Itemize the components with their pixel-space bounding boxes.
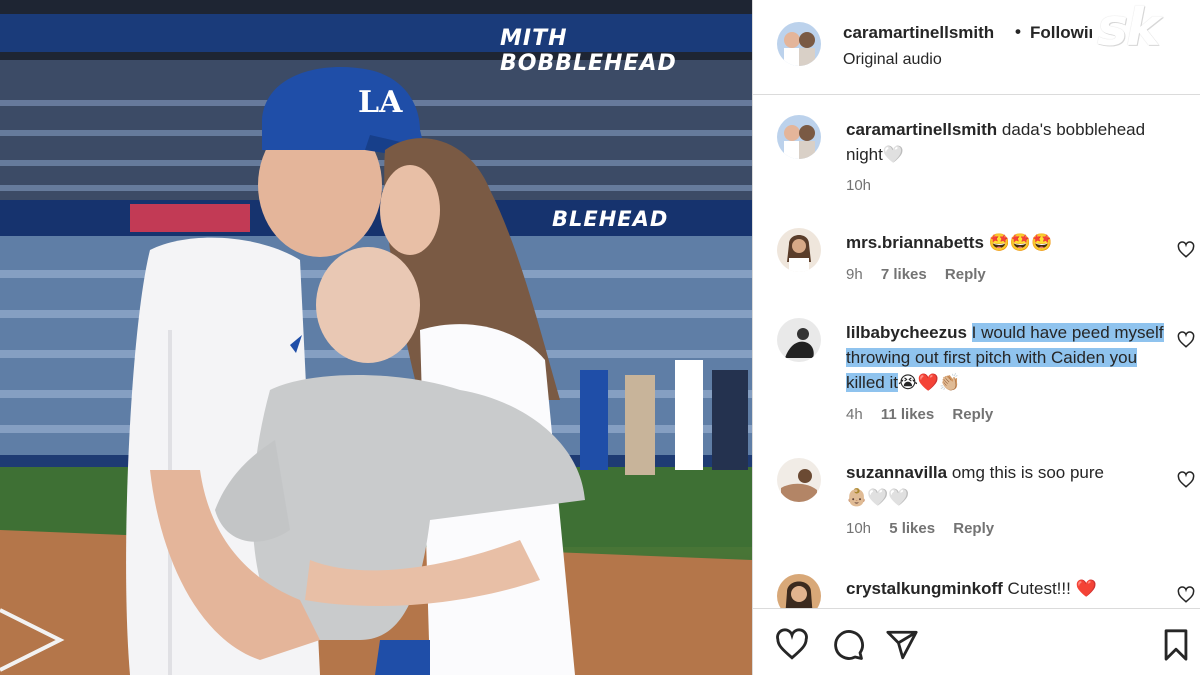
caption-time[interactable]: 10h	[846, 177, 871, 194]
comment-text: omg this is soo pure	[951, 463, 1104, 482]
stadium-banner-top: MITH BOBBLEHEAD	[500, 26, 677, 76]
heart-icon[interactable]	[1177, 241, 1195, 259]
comment-icon[interactable]	[831, 628, 865, 662]
cap-logo: LA	[358, 85, 403, 120]
heart-icon[interactable]	[1177, 331, 1195, 349]
watermark-logo: sk	[1097, 0, 1161, 58]
comment-text: Cutest!!!	[1007, 579, 1071, 598]
comment-time[interactable]: 10h	[846, 520, 871, 537]
comment-emoji: ❤️	[1075, 579, 1097, 598]
comment-username[interactable]: lilbabycheezus	[846, 323, 967, 342]
comment-time[interactable]: 4h	[846, 406, 863, 423]
post-author-username[interactable]: caramartinellsmith	[843, 23, 994, 43]
comment-username[interactable]: crystalkungminkoff	[846, 579, 1003, 598]
caption-emoji: 🤍	[882, 145, 905, 164]
avatar[interactable]	[777, 458, 821, 502]
comment-likes[interactable]: 5 likes	[889, 520, 935, 537]
avatar[interactable]	[777, 115, 821, 159]
comment-emoji: 😭❤️👏🏼	[897, 373, 961, 392]
comment-emoji: 👶🏼🤍🤍	[846, 488, 910, 507]
comment-time[interactable]: 9h	[846, 266, 863, 283]
heart-icon[interactable]	[1177, 471, 1195, 489]
comment-username[interactable]: mrs.briannabetts	[846, 233, 984, 252]
reply-button[interactable]: Reply	[952, 406, 993, 423]
post-side-panel: caramartinellsmith • Following Original …	[752, 0, 1200, 675]
bookmark-icon[interactable]	[1159, 628, 1193, 662]
following-button[interactable]: Following	[1030, 23, 1092, 43]
reply-button[interactable]: Reply	[953, 520, 994, 537]
stadium-scene: LA	[0, 0, 752, 675]
avatar[interactable]	[777, 22, 821, 66]
reply-button[interactable]: Reply	[945, 266, 986, 283]
post-photo[interactable]: LA MITH BOBBLEHEAD BLEHEAD	[0, 0, 752, 675]
avatar[interactable]	[777, 228, 821, 272]
comment-username[interactable]: suzannavilla	[846, 463, 947, 482]
stadium-banner-middle: BLEHEAD	[552, 207, 669, 231]
heart-icon[interactable]	[775, 628, 809, 662]
audio-label[interactable]: Original audio	[843, 51, 942, 69]
separator-dot: •	[1015, 22, 1021, 41]
comment-text: 🤩🤩🤩	[988, 233, 1053, 252]
comment-likes[interactable]: 11 likes	[881, 406, 934, 423]
post-action-bar	[753, 608, 1200, 675]
post-header: caramartinellsmith • Following Original …	[753, 0, 1200, 95]
heart-icon[interactable]	[1177, 586, 1195, 604]
avatar[interactable]	[777, 318, 821, 362]
comment-likes[interactable]: 7 likes	[881, 266, 927, 283]
share-icon[interactable]	[885, 628, 919, 662]
caption-username[interactable]: caramartinellsmith	[846, 120, 997, 139]
